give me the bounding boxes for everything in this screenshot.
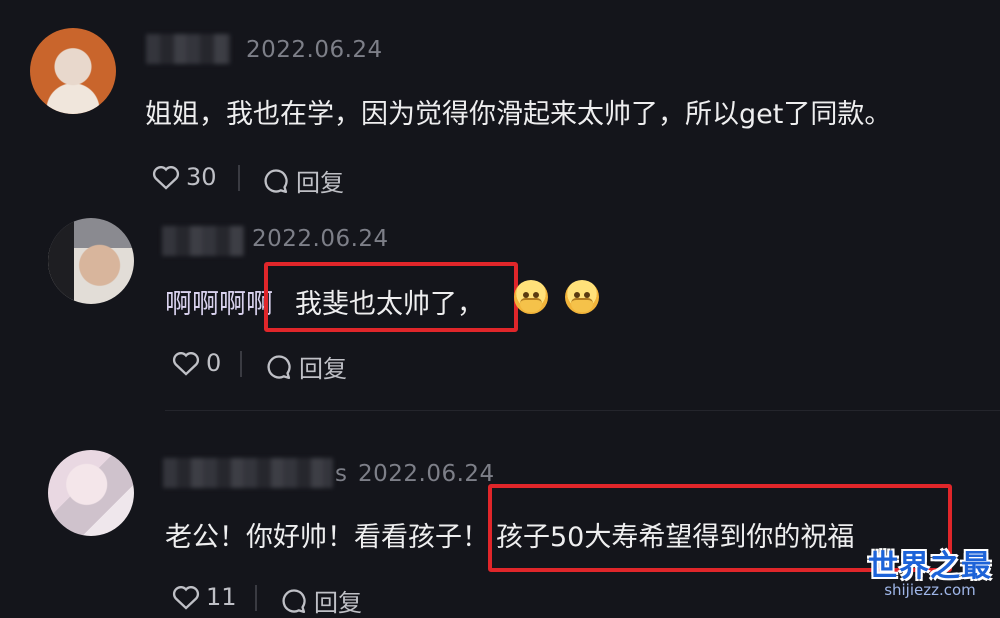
avatar-pixelated bbox=[48, 450, 134, 536]
username-blurred[interactable] bbox=[146, 34, 230, 64]
comment-text: 姐姐，我也在学，因为觉得你滑起来太帅了，所以get了同款。 bbox=[145, 99, 892, 130]
like-button[interactable]: 30 bbox=[152, 163, 217, 191]
comment-bubble-icon bbox=[264, 168, 288, 193]
reply-button[interactable]: 回复 bbox=[262, 163, 344, 198]
pleading-hands-emoji bbox=[514, 280, 548, 314]
avatar-pixelated bbox=[48, 218, 134, 304]
action-divider bbox=[240, 351, 242, 377]
action-divider bbox=[238, 165, 240, 191]
avatar[interactable] bbox=[48, 218, 134, 304]
like-button[interactable]: 0 bbox=[172, 349, 221, 377]
reply-button[interactable]: 回复 bbox=[265, 349, 347, 384]
avatar[interactable] bbox=[48, 450, 134, 536]
comment-text-prefix: 老公！你好帅！看看孩子！ bbox=[165, 522, 489, 553]
heart-icon bbox=[172, 352, 200, 376]
heart-icon bbox=[152, 166, 180, 190]
comment-date: 2022.06.24 bbox=[358, 461, 495, 487]
pleading-hands-emoji bbox=[565, 280, 599, 314]
avatar[interactable] bbox=[30, 28, 116, 114]
comment-text-prefix: 啊啊啊啊 bbox=[165, 289, 273, 320]
comment-date: 2022.06.24 bbox=[252, 226, 389, 252]
watermark-url: shijiezz.com bbox=[884, 581, 976, 599]
site-watermark: 世界之最 shijiezz.com bbox=[868, 541, 992, 599]
reply-label: 回复 bbox=[299, 355, 347, 383]
comment-date: 2022.06.24 bbox=[246, 37, 383, 63]
like-button[interactable]: 11 bbox=[172, 583, 237, 611]
comment-bubble-icon bbox=[267, 354, 291, 379]
like-count: 11 bbox=[206, 583, 237, 611]
like-count: 0 bbox=[206, 349, 222, 377]
thread-separator bbox=[165, 410, 1000, 411]
highlight-box bbox=[264, 262, 518, 332]
watermark-title: 世界之最 bbox=[868, 549, 992, 584]
username-blurred[interactable] bbox=[163, 458, 333, 488]
avatar-pixelated bbox=[30, 28, 116, 114]
username-blurred[interactable] bbox=[162, 226, 244, 256]
heart-icon bbox=[172, 586, 200, 610]
action-divider bbox=[255, 585, 257, 611]
username-tail: s bbox=[335, 461, 348, 487]
reply-label: 回复 bbox=[296, 169, 344, 197]
like-count: 30 bbox=[186, 163, 217, 191]
